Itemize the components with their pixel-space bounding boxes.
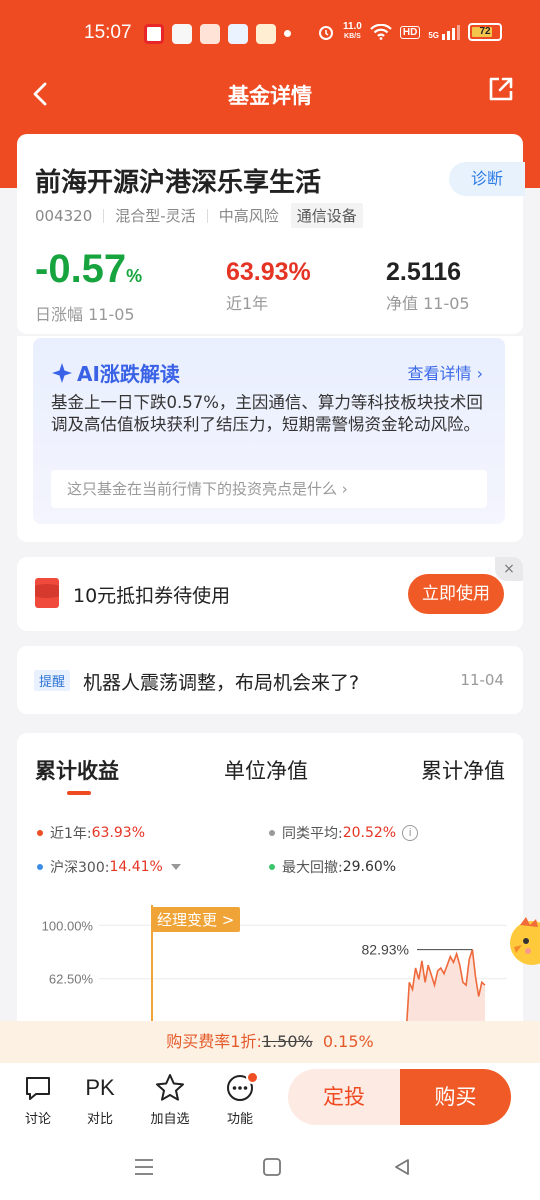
game-app-icon: [256, 24, 276, 44]
compare-button[interactable]: PK 对比: [75, 1073, 125, 1127]
status-bar: 15:07 11.0 KB/S HD 5G 72: [0, 0, 540, 66]
tab-cumulative-return[interactable]: 累计收益: [35, 755, 119, 785]
fund-summary-card: 前海开源沪港深乐享生活 诊断 004320 混合型-灵活 中高风险 通信设备 -…: [17, 134, 525, 334]
daily-change-value: -0.57: [35, 247, 127, 291]
add-watchlist-button[interactable]: 加自选: [145, 1073, 195, 1127]
diagnose-button[interactable]: 诊断: [449, 162, 525, 196]
fund-meta: 004320 混合型-灵活 中高风险 通信设备: [35, 203, 363, 228]
notice-text: 机器人震荡调整，布局机会来了?: [83, 672, 360, 694]
fund-code: 004320: [35, 206, 93, 225]
fund-sector-tag[interactable]: 通信设备: [290, 203, 363, 228]
divider: [206, 208, 208, 223]
chat-icon: [26, 1077, 50, 1100]
more-notifications-dot-icon: [284, 30, 291, 37]
share-icon[interactable]: [486, 74, 516, 104]
sparkle-icon: [52, 362, 72, 383]
discuss-button[interactable]: 讨论: [13, 1073, 63, 1127]
notification-badge: [246, 1071, 259, 1084]
home-icon[interactable]: [262, 1157, 282, 1177]
menu-icon[interactable]: [134, 1158, 154, 1176]
tab-cumulative-nav[interactable]: 累计净值: [421, 755, 505, 785]
nav-label: 净值 11-05: [386, 294, 470, 313]
bottom-action-bar: 讨论 PK 对比 加自选 功能 定投 购买: [0, 1063, 540, 1136]
system-nav-bar: [0, 1136, 540, 1200]
wifi-icon: [370, 24, 392, 40]
ai-more-link[interactable]: 查看详情 ›: [407, 360, 483, 384]
year-return-label: 近1年: [226, 294, 269, 313]
fund-risk: 中高风险: [218, 207, 279, 225]
legend-max-drawdown: 最大回撤: 29.60%: [269, 857, 396, 877]
coupon-card: 10元抵扣券待使用 立即使用 ×: [17, 557, 523, 631]
legend-dot: [269, 830, 275, 836]
legend-year: 近1年: 63.93%: [37, 823, 145, 843]
daily-change-stat: -0.57% 日涨幅 11-05: [35, 246, 142, 325]
performance-chart[interactable]: 100.00% 62.50% 82.93%: [17, 895, 523, 1025]
y-tick-label: 62.50%: [49, 972, 94, 987]
close-icon[interactable]: ×: [495, 557, 523, 581]
legend-dot: [269, 864, 275, 870]
nav-value: 2.5116: [386, 258, 462, 286]
peak-label: 82.93%: [362, 942, 409, 958]
ai-summary-text: 基金上一日下跌0.57%，主因通信、算力等科技板块技术回调及高估值板块获利了结压…: [51, 393, 483, 434]
ai-panel: AI涨跌解读 查看详情 › 基金上一日下跌0.57%，主因通信、算力等科技板块技…: [33, 338, 505, 524]
notice-tag: 提醒: [34, 670, 71, 691]
network-speed: 11.0 KB/S: [342, 21, 362, 41]
hd-indicator: HD: [399, 25, 421, 39]
legend-dot: [37, 864, 43, 870]
video-app-icon: [172, 24, 192, 44]
fund-name: 前海开源沪港深乐享生活: [35, 168, 322, 198]
battery-icon: 72: [468, 23, 502, 41]
ai-question-chip[interactable]: 这只基金在当前行情下的投资亮点是什么 ›: [51, 470, 487, 508]
chevron-right-icon: ›: [476, 364, 483, 383]
info-icon[interactable]: i: [402, 825, 419, 841]
daily-change-label: 日涨幅 11-05: [35, 305, 135, 324]
system-status: 11.0 KB/S HD 5G 72: [317, 22, 502, 42]
legend-csi300[interactable]: 沪深300: 14.41%: [37, 857, 181, 877]
notice-card[interactable]: 提醒 机器人震荡调整，布局机会来了? 11-04: [17, 646, 523, 714]
year-return-value: 63.93%: [226, 258, 311, 286]
pk-icon: PK: [85, 1075, 115, 1100]
features-button[interactable]: 功能: [215, 1071, 265, 1127]
legend-dot: [37, 830, 43, 836]
use-coupon-button[interactable]: 立即使用: [408, 574, 504, 614]
original-fee: 1.50%: [261, 1032, 313, 1051]
page-title: 基金详情: [228, 84, 312, 108]
status-time: 15:07: [84, 22, 132, 43]
notice-date: 11-04: [460, 671, 504, 689]
signal-icon: 5G: [428, 24, 460, 40]
y-tick-label: 100.00%: [42, 918, 94, 933]
divider: [103, 208, 105, 223]
nav-bar: 基金详情: [0, 66, 540, 128]
ai-title: AI涨跌解读: [51, 358, 180, 387]
discount-fee: 0.15%: [322, 1032, 374, 1051]
fund-type: 混合型-灵活: [115, 207, 196, 225]
ai-interpretation-card: AI涨跌解读 查看详情 › 基金上一日下跌0.57%，主因通信、算力等科技板块技…: [17, 336, 523, 542]
notification-icons: [144, 24, 276, 44]
coupon-text: 10元抵扣券待使用: [73, 585, 231, 607]
buy-button[interactable]: 购买: [400, 1069, 511, 1125]
year-return-stat: 63.93% 近1年: [226, 256, 311, 314]
back-icon[interactable]: [392, 1157, 412, 1177]
nav-stat: 2.5116 净值 11-05: [386, 256, 470, 314]
active-tab-indicator: [67, 791, 91, 795]
daily-change-unit: %: [126, 266, 143, 286]
dropdown-arrow-icon: [170, 864, 181, 870]
fund-app-icon: [200, 24, 220, 44]
alarm-icon: [318, 26, 333, 40]
app-notification-icon: [144, 24, 164, 44]
star-icon: [156, 1074, 184, 1101]
manager-change-tag[interactable]: 经理变更 >: [151, 907, 241, 932]
auto-invest-button[interactable]: 定投: [288, 1069, 400, 1125]
chevron-right-icon: ›: [341, 480, 348, 498]
fee-discount-banner: 购买费率1折:1.50% 0.15%: [0, 1021, 540, 1063]
mascot-icon[interactable]: [506, 915, 540, 967]
chart-tabs: 累计收益 单位净值 累计净值: [17, 755, 523, 785]
series-area: [403, 949, 485, 1025]
browser-app-icon: [228, 24, 248, 44]
performance-chart-card: 累计收益 单位净值 累计净值 近1年: 63.93% 同类平均: 20.52% i …: [17, 733, 523, 1063]
legend-category-avg: 同类平均: 20.52% i: [269, 823, 419, 843]
tab-unit-nav[interactable]: 单位净值: [224, 755, 308, 785]
red-envelope-icon: [35, 578, 59, 608]
